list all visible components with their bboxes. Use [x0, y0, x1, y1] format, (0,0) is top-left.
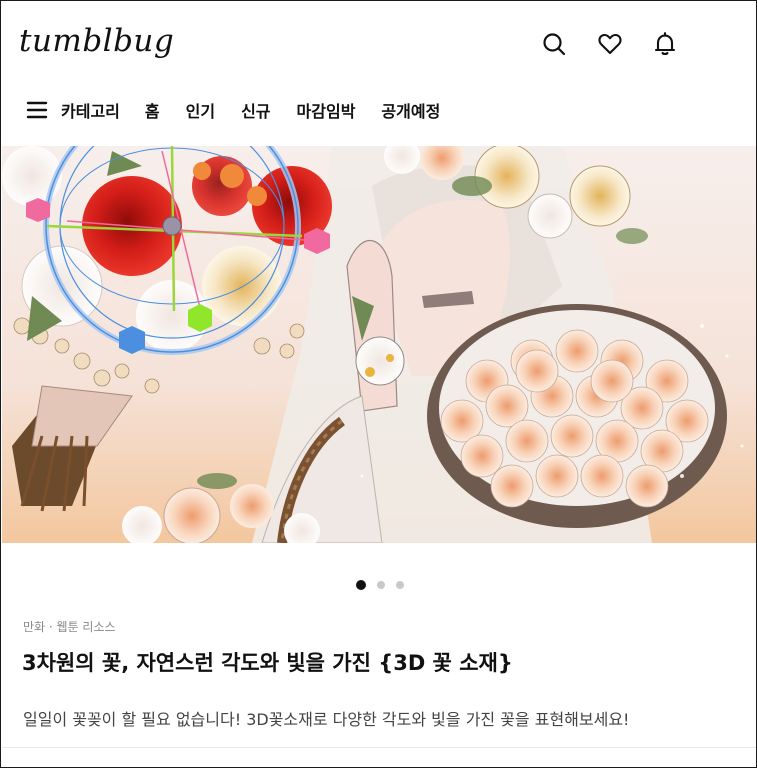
banner-image[interactable]: [2, 146, 756, 543]
bell-icon[interactable]: [652, 31, 678, 57]
project-title[interactable]: 3차원의 꽃, 자연스런 각도와 빛을 가진 {3D 꽃 소재}: [22, 647, 513, 677]
carousel-dot-3[interactable]: [395, 581, 404, 589]
heart-icon[interactable]: [597, 31, 623, 57]
page-frame: tumblbug 카테고리 홈 인기 신규 마감임박 공개예정 만화 · 웹툰 …: [0, 0, 757, 768]
carousel-dot-1[interactable]: [355, 580, 366, 590]
hamburger-menu-icon[interactable]: [26, 99, 48, 121]
search-icon[interactable]: [541, 31, 567, 57]
nav-item-home[interactable]: 홈: [145, 98, 160, 122]
nav-item-upcoming[interactable]: 공개예정: [381, 98, 440, 122]
nav-item-closing-soon[interactable]: 마감임박: [297, 98, 356, 122]
divider: [2, 747, 756, 748]
carousel-pagination: [1, 579, 756, 591]
project-description: 일일이 꽃꽂이 할 필요 없습니다! 3D꽃소재로 다양한 각도와 빛을 가진 …: [23, 710, 630, 729]
site-logo[interactable]: tumblbug: [19, 23, 174, 59]
nav-item-category[interactable]: 카테고리: [61, 98, 120, 122]
carousel-dot-2[interactable]: [376, 581, 385, 589]
nav-item-new[interactable]: 신규: [241, 98, 270, 122]
category-nav: 카테고리 홈 인기 신규 마감임박 공개예정: [1, 87, 756, 133]
nav-item-popular[interactable]: 인기: [186, 98, 215, 122]
site-header: tumblbug: [1, 1, 756, 87]
project-category[interactable]: 만화 · 웹툰 리소스: [23, 618, 116, 635]
